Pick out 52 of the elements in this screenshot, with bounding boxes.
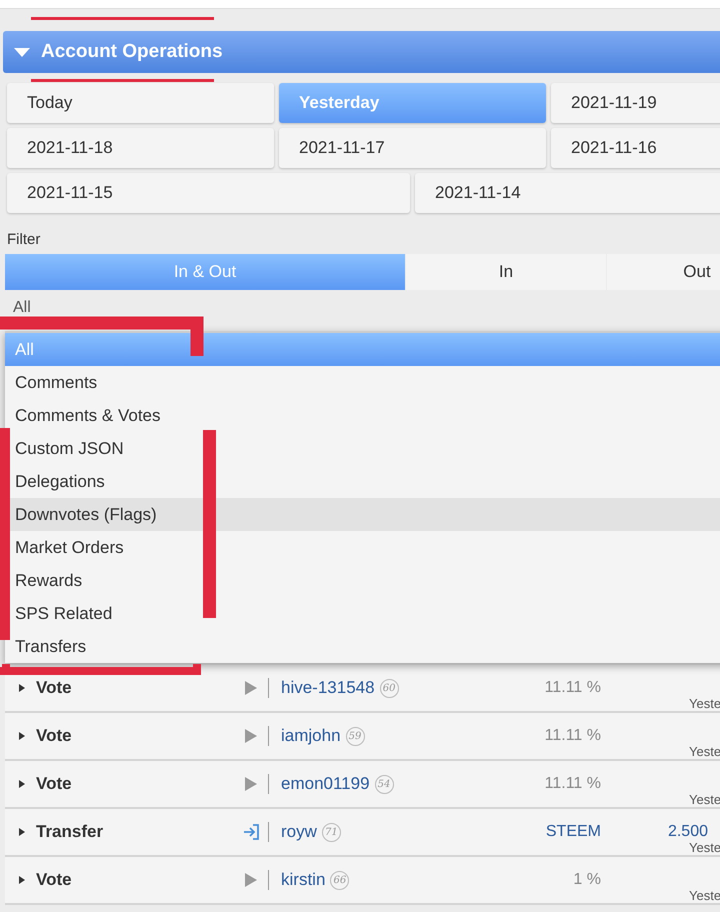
- caret-icon[interactable]: [18, 779, 26, 789]
- reputation-badge: 59: [346, 726, 365, 746]
- caret-icon[interactable]: [18, 827, 26, 837]
- operation-type: Vote: [36, 870, 73, 890]
- dropdown-option[interactable]: Delegations: [5, 465, 720, 498]
- direction-tab[interactable]: Out: [607, 254, 720, 290]
- play-icon: [243, 679, 259, 697]
- reputation-badge: 66: [330, 870, 350, 890]
- user-link[interactable]: hive-131548: [281, 678, 375, 698]
- date-button[interactable]: 2021-11-17: [279, 128, 546, 168]
- dropdown-option[interactable]: SPS Related: [5, 597, 720, 630]
- operation-type: Transfer: [36, 822, 104, 842]
- dropdown-option[interactable]: Custom JSON: [5, 432, 720, 465]
- user-link[interactable]: iamjohn: [281, 726, 341, 746]
- section-title: Account Operations: [41, 41, 223, 63]
- dropdown-option[interactable]: Rewards: [5, 564, 720, 597]
- amount-text: 11.11 %: [544, 727, 601, 745]
- amount-text: 11.11 %: [544, 775, 601, 793]
- amount-text: 1 %: [572, 871, 601, 889]
- user-link[interactable]: emon01199: [281, 774, 370, 794]
- reputation-badge: 54: [374, 774, 394, 794]
- date-button[interactable]: Today: [7, 83, 274, 123]
- caret-icon[interactable]: [18, 683, 26, 693]
- user-link[interactable]: kirstin: [281, 870, 326, 890]
- operation-type: Vote: [36, 774, 73, 794]
- dropdown-option[interactable]: Comments & Votes: [5, 399, 720, 432]
- reputation-badge: 60: [380, 678, 399, 698]
- arrow-in-icon: [243, 823, 259, 841]
- date-button[interactable]: 2021-11-16: [551, 128, 720, 168]
- operation-type: Vote: [36, 678, 73, 698]
- date-button[interactable]: 2021-11-18: [7, 128, 274, 168]
- dropdown-option[interactable]: Market Orders: [5, 531, 720, 564]
- value-text: 2.500: [666, 823, 708, 841]
- filter-label: Filter: [7, 231, 42, 248]
- caret-icon[interactable]: [18, 875, 26, 885]
- date-button[interactable]: 2021-11-19: [551, 83, 720, 123]
- play-icon: [243, 871, 259, 889]
- date-button[interactable]: 2021-11-14: [415, 173, 720, 213]
- operation-type: Vote: [36, 726, 73, 746]
- caret-icon: [13, 46, 31, 58]
- caret-icon[interactable]: [18, 731, 26, 741]
- amount-text: 11.11 %: [544, 679, 601, 697]
- amount-text: STEEM: [544, 823, 601, 841]
- play-icon: [243, 727, 259, 745]
- direction-tab[interactable]: In: [406, 254, 606, 290]
- play-icon: [243, 775, 259, 793]
- dropdown-option[interactable]: Comments: [5, 366, 720, 399]
- reputation-badge: 71: [322, 822, 341, 842]
- select-value[interactable]: All: [13, 299, 720, 321]
- user-link[interactable]: royw: [281, 822, 317, 842]
- dropdown-option[interactable]: Transfers: [5, 630, 720, 663]
- date-button[interactable]: 2021-11-15: [7, 173, 410, 213]
